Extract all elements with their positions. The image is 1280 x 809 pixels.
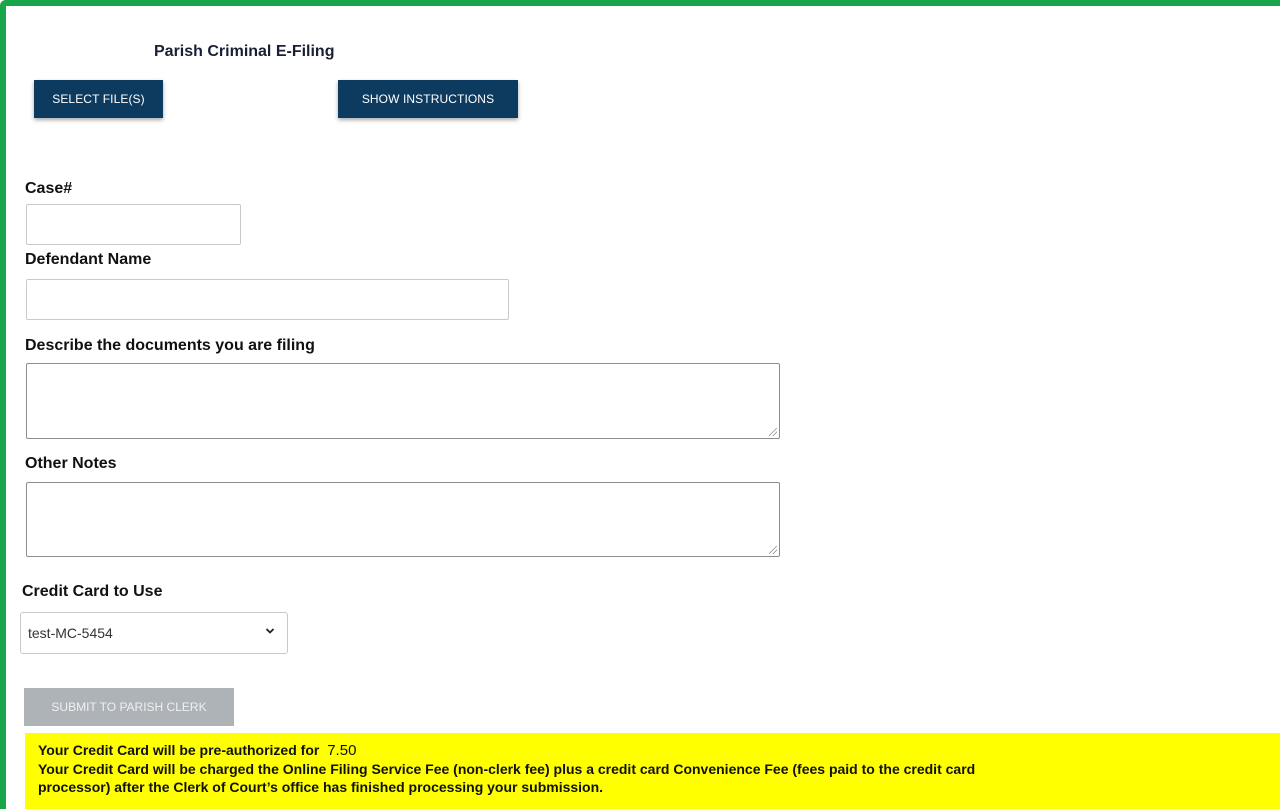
case-number-input[interactable] [26,204,241,245]
app-frame: Parish Criminal E-Filing SELECT FILE(S) … [0,0,1280,809]
select-files-button[interactable]: SELECT FILE(S) [34,80,163,118]
defendant-name-label: Defendant Name [25,251,152,268]
credit-card-label: Credit Card to Use [22,583,163,600]
other-notes-textarea[interactable] [26,482,780,557]
documents-description-label: Describe the documents you are filing [25,337,315,354]
credit-card-selected-value: test-MC-5454 [28,625,113,641]
show-instructions-button[interactable]: SHOW INSTRUCTIONS [338,80,518,118]
resize-grip-icon[interactable] [769,428,777,436]
payment-notice: Your Credit Card will be pre-authorized … [25,733,1280,809]
defendant-name-input[interactable] [26,279,509,320]
credit-card-select[interactable]: test-MC-5454 [20,612,288,654]
preauth-amount: 7.50 [327,742,357,759]
resize-grip-icon[interactable] [769,546,777,554]
case-number-label: Case# [25,180,73,197]
other-notes-label: Other Notes [25,455,117,472]
chevron-down-icon [265,628,275,634]
charge-line-2: processor) after the Clerk of Court’s of… [38,779,604,795]
preauth-text: Your Credit Card will be pre-authorized … [38,742,320,758]
preauth-line: Your Credit Card will be pre-authorized … [38,741,1280,760]
documents-description-textarea[interactable] [26,363,780,439]
page-title: Parish Criminal E-Filing [154,43,335,60]
submit-to-parish-clerk-button[interactable]: SUBMIT TO PARISH CLERK [24,688,234,726]
charge-line-1: Your Credit Card will be charged the Onl… [38,761,976,777]
